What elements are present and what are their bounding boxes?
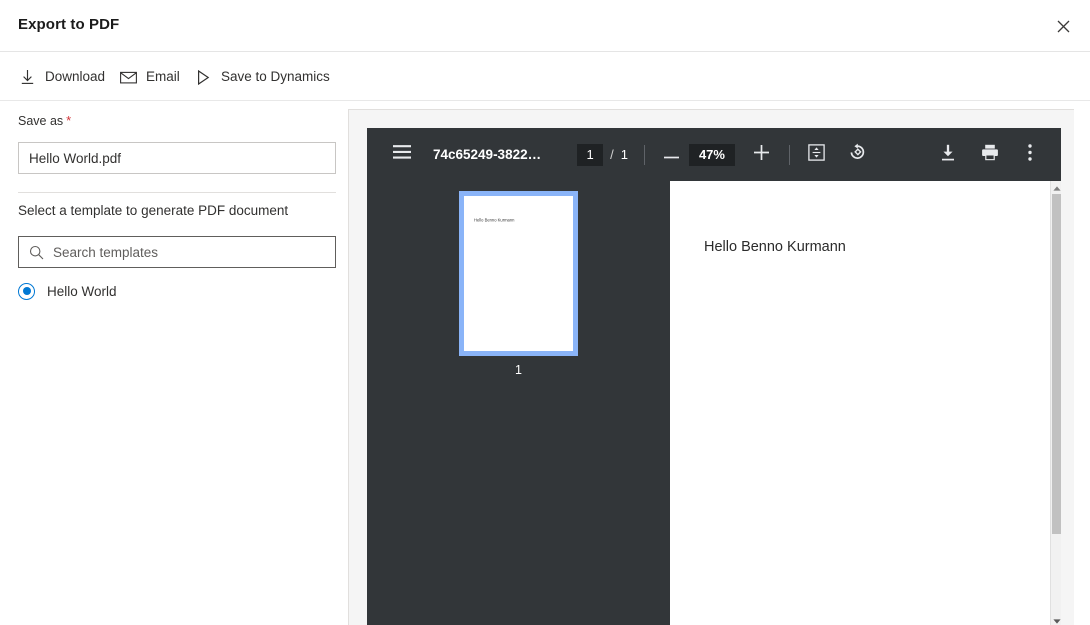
sidebar-divider (18, 192, 336, 193)
thumbnail-page-text: Hello Benno Kurmann (474, 218, 515, 223)
page-title: Export to PDF (18, 16, 120, 33)
pdf-more-options-button[interactable] (1013, 138, 1047, 172)
download-command-label: Download (45, 69, 106, 85)
play-triangle-icon (194, 68, 212, 86)
filename-input[interactable] (18, 142, 336, 174)
rotate-button[interactable] (840, 138, 874, 172)
scrollbar-thumb[interactable] (1052, 194, 1061, 534)
template-section-label: Select a template to generate PDF docume… (18, 203, 289, 218)
radio-button-selected[interactable] (18, 282, 35, 300)
thumbnail-page-surface: Hello Benno Kurmann (464, 196, 573, 351)
export-to-pdf-dialog: Export to PDF Download Email Save to Dyn… (0, 0, 1090, 625)
rotate-counterclockwise-icon (848, 143, 866, 166)
total-pages: 1 (620, 147, 628, 162)
save-to-dynamics-command[interactable]: Save to Dynamics (190, 62, 334, 92)
save-as-label-text: Save as (18, 114, 64, 128)
email-command[interactable]: Email (115, 62, 184, 92)
required-asterisk: * (66, 113, 72, 128)
thumbnail-pane: Hello Benno Kurmann 1 (367, 181, 670, 625)
sidebar-toggle-button[interactable] (385, 138, 419, 172)
close-button[interactable] (1042, 5, 1084, 47)
print-icon (981, 144, 999, 166)
minus-icon (664, 146, 680, 164)
download-icon (18, 68, 36, 86)
zoom-level-value[interactable]: 47% (688, 143, 735, 166)
email-command-label: Email (146, 69, 180, 85)
dialog-header: Export to PDF (0, 0, 1090, 52)
search-templates-input[interactable] (53, 237, 335, 267)
pdf-toolbar: 74c65249-3822… / 1 47% (367, 128, 1061, 181)
page-thumbnail-1[interactable]: Hello Benno Kurmann (459, 191, 578, 356)
current-page-input[interactable] (577, 143, 604, 166)
scroll-up-button[interactable] (1051, 181, 1061, 193)
caret-down-icon (1052, 611, 1061, 625)
download-command[interactable]: Download (14, 62, 109, 92)
download-icon (940, 144, 956, 166)
document-page: Hello Benno Kurmann (670, 181, 1050, 625)
command-bar: Download Email Save to Dynamics (0, 53, 1090, 101)
pdf-filename: 74c65249-3822… (433, 147, 542, 162)
document-body-text: Hello Benno Kurmann (704, 239, 846, 255)
toolbar-divider-2 (788, 144, 790, 165)
template-option-label: Hello World (47, 283, 117, 299)
envelope-icon (119, 68, 137, 86)
search-icon (19, 245, 53, 260)
thumbnail-page-number: 1 (515, 363, 522, 377)
settings-sidebar: Save as* Select a template to generate P… (0, 102, 348, 625)
template-option-hello-world[interactable]: Hello World (18, 280, 117, 302)
search-templates-box[interactable] (18, 236, 336, 268)
radio-dot (22, 287, 31, 295)
save-to-dynamics-command-label: Save to Dynamics (221, 69, 330, 85)
close-icon (1057, 20, 1070, 33)
more-vertical-icon (1028, 143, 1032, 166)
zoom-out-button[interactable] (655, 138, 689, 172)
vertical-scrollbar[interactable] (1050, 181, 1061, 625)
plus-icon (754, 144, 770, 165)
preview-container: 74c65249-3822… / 1 47% (348, 109, 1074, 625)
pdf-viewer: 74c65249-3822… / 1 47% (367, 128, 1061, 625)
hamburger-menu-icon (393, 145, 411, 164)
zoom-in-button[interactable] (745, 138, 779, 172)
fit-to-page-button[interactable] (800, 138, 834, 172)
fit-to-page-icon (808, 143, 826, 166)
pdf-body: Hello Benno Kurmann 1 Hello Benno Kurman… (367, 181, 1061, 625)
page-separator: / (610, 147, 614, 162)
save-as-label: Save as * (18, 113, 71, 128)
pdf-print-button[interactable] (973, 138, 1007, 172)
toolbar-divider-1 (643, 144, 645, 165)
scroll-down-button[interactable] (1051, 614, 1061, 625)
pdf-download-button[interactable] (931, 138, 965, 172)
